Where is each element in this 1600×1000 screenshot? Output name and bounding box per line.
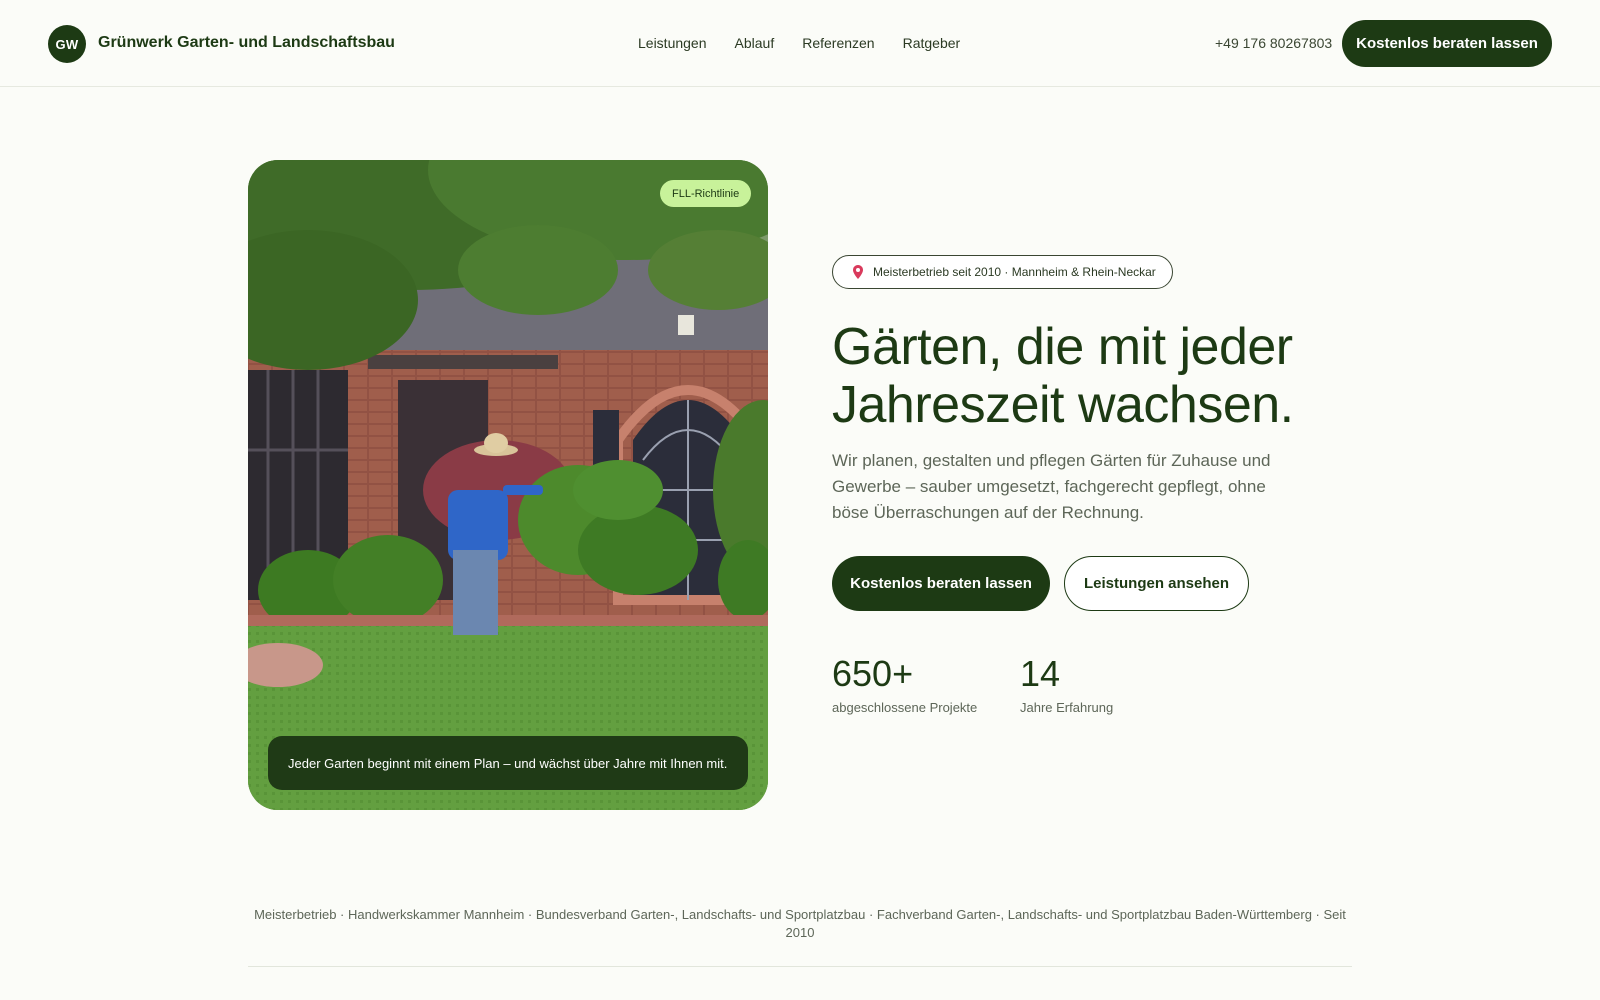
trust-memberships: Meisterbetrieb · Handwerkskammer Mannhei…: [254, 907, 1346, 940]
view-services-button[interactable]: Leistungen ansehen: [1064, 556, 1249, 611]
stat-label: Jahre Erfahrung: [1020, 700, 1114, 715]
map-pin-icon: [853, 265, 863, 279]
site-header: GW Grünwerk Garten- und Landschaftsbau L…: [0, 0, 1600, 87]
phone-number-link[interactable]: +49 176 80267803: [1215, 35, 1332, 51]
brand-name[interactable]: Grünwerk Garten- und Landschaftsbau: [98, 34, 395, 52]
hero-image: [248, 160, 768, 810]
hero-subtext: Wir planen, gestalten und pflegen Gärten…: [832, 451, 1271, 522]
nav-link-leistungen[interactable]: Leistungen: [638, 35, 707, 51]
logo-badge[interactable]: GW: [48, 25, 86, 63]
nav-link-referenzen[interactable]: Referenzen: [802, 35, 874, 51]
stat-projects: 650+ abgeschlossene Projekte: [832, 653, 978, 716]
section-divider: [248, 966, 1352, 967]
main-nav: Leistungen Ablauf Referenzen Ratgeber: [638, 35, 960, 51]
nav-link-ratgeber[interactable]: Ratgeber: [903, 35, 961, 51]
location-pill-label: Meisterbetrieb seit 2010 · Mannheim & Rh…: [873, 265, 1156, 279]
stat-label: abgeschlossene Projekte: [832, 700, 978, 715]
stat-value: 14: [1020, 653, 1061, 694]
header-consultation-button[interactable]: Kostenlos beraten lassen: [1342, 20, 1552, 67]
stat-experience: 14 Jahre Erfahrung: [1020, 653, 1114, 716]
consultation-button[interactable]: Kostenlos beraten lassen: [832, 556, 1050, 611]
location-pill: Meisterbetrieb seit 2010 · Mannheim & Rh…: [832, 255, 1173, 289]
hero-headline: Gärten, die mit jeder Jahreszeit wachsen…: [832, 318, 1294, 434]
nav-link-ablauf[interactable]: Ablauf: [735, 35, 775, 51]
fll-guideline-badge: FLL-Richtlinie: [660, 180, 752, 207]
garden-photo-illustration: [248, 160, 768, 810]
stat-value: 650+: [832, 653, 914, 694]
image-caption: Jeder Garten beginnt mit einem Plan – un…: [268, 736, 748, 790]
